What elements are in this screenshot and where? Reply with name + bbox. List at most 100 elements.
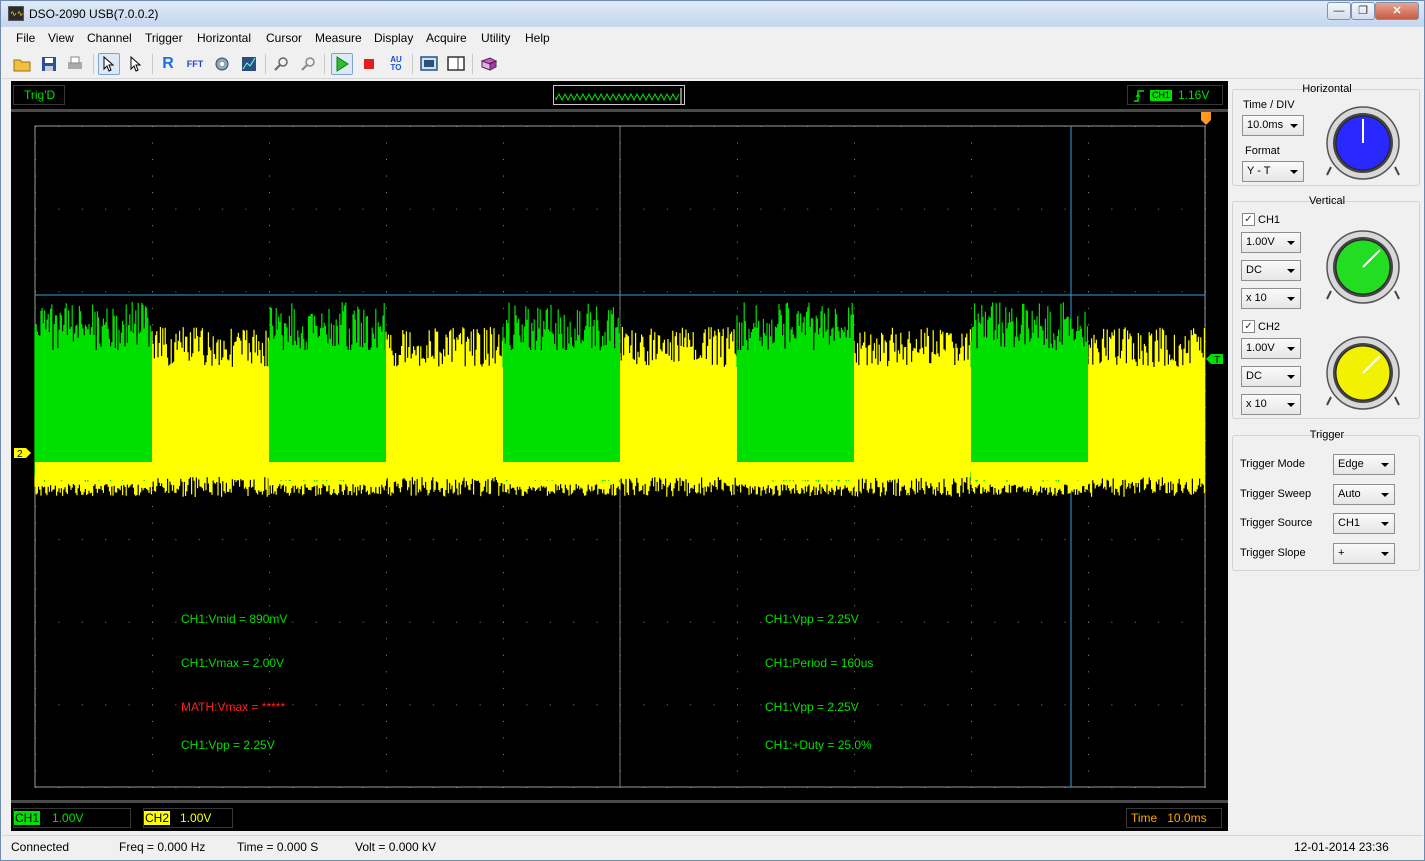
format-select[interactable]: Y - T [1242, 161, 1304, 182]
horizontal-title: Horizontal [1302, 83, 1352, 95]
ch2-volts-select[interactable]: 1.00V [1241, 338, 1301, 359]
zoom-in-icon[interactable] [270, 53, 292, 75]
menu-view[interactable]: View [48, 31, 74, 45]
autoset-icon[interactable]: AU TO [385, 53, 407, 75]
ch1-probe-select[interactable]: x 10 [1241, 288, 1301, 309]
trigger-title: Trigger [1309, 429, 1345, 441]
window-title: DSO-2090 USB(7.0.0.2) [29, 7, 159, 21]
ch2-baseline [737, 462, 854, 480]
time-div-select[interactable]: 10.0ms [1242, 115, 1304, 136]
trigger-group: Trigger Trigger Mode Edge Trigger Sweep … [1232, 429, 1420, 571]
measurement-right: CH1:Vpp = 2.25V [765, 700, 859, 714]
trigger-source-label: Trigger Source [1240, 517, 1313, 529]
time-scale: 10.0ms [1167, 811, 1207, 825]
ch2-burst [386, 367, 503, 472]
menu-bar: File View Channel Trigger Horizontal Cur… [2, 28, 1423, 48]
ch1-tag: CH1 [14, 811, 41, 825]
minimize-button[interactable]: — [1327, 2, 1351, 20]
menu-horizontal[interactable]: Horizontal [197, 31, 251, 45]
time-readout: Time = 0.000 S [237, 840, 319, 854]
menu-acquire[interactable]: Acquire [426, 31, 467, 45]
scope-display: Trig'D CH1 1.16V 2 T CH1:Vmid = 890mV CH1:V… [11, 81, 1228, 831]
screen-icon[interactable] [418, 53, 440, 75]
r-icon[interactable]: R [157, 53, 179, 75]
volt-readout: Volt = 0.000 kV [355, 840, 437, 854]
ch2-coupling-select[interactable]: DC [1241, 366, 1301, 387]
ch1-volts-select[interactable]: 1.00V [1241, 232, 1301, 253]
menu-cursor[interactable]: Cursor [266, 31, 302, 45]
close-button[interactable]: ✕ [1375, 2, 1419, 20]
trigger-source-select[interactable]: CH1 [1333, 513, 1395, 534]
ch1-scale: 1.00V [52, 811, 84, 825]
trigger-slope-label: Trigger Slope [1240, 547, 1306, 559]
ch1-scale-label[interactable]: CH1 1.00V [13, 808, 131, 828]
ch2-burst [620, 367, 737, 472]
open-icon[interactable] [11, 53, 33, 75]
menu-file[interactable]: File [16, 31, 35, 45]
select-pointer-icon[interactable] [98, 53, 120, 75]
measurement-right: CH1:+Duty = 25.0% [765, 738, 872, 752]
fft-icon[interactable]: FFT [184, 53, 206, 75]
trigger-position-marker [1201, 112, 1211, 125]
timebase-knob-icon[interactable] [1325, 105, 1401, 181]
rising-edge-icon [1134, 90, 1144, 102]
ch2-probe-select[interactable]: x 10 [1241, 394, 1301, 415]
ch2-checkbox[interactable]: ✓ [1242, 320, 1255, 333]
scope-bottom-status: CH1 1.00V CH2 1.00V Time 10.0ms [11, 803, 1228, 831]
calibrate-icon[interactable] [238, 53, 260, 75]
run-icon[interactable] [331, 53, 353, 75]
app-logo-icon: ∿∿ [8, 6, 24, 21]
book-icon[interactable] [478, 53, 500, 75]
title-bar[interactable]: ∿∿ DSO-2090 USB(7.0.0.2) — ❐ ✕ [1, 1, 1424, 27]
menu-trigger[interactable]: Trigger [145, 31, 183, 45]
measurement-right: CH1:Period = 160us [765, 656, 873, 670]
panel-icon[interactable] [445, 53, 467, 75]
overview-wave-icon [555, 88, 682, 104]
time-scale-label[interactable]: Time 10.0ms [1126, 808, 1222, 828]
measurement-right: CH1:Vpp = 2.25V [765, 612, 859, 626]
settings-wheel-icon[interactable] [211, 53, 233, 75]
ch2-scale: 1.00V [180, 811, 212, 825]
ch2-baseline [35, 462, 152, 480]
maximize-button[interactable]: ❐ [1351, 2, 1375, 20]
ch1-burst [971, 350, 1088, 455]
status-bar: Connected Freq = 0.000 Hz Time = 0.000 S… [2, 835, 1423, 859]
menu-measure[interactable]: Measure [315, 31, 362, 45]
trigger-marker-text: T [1214, 355, 1220, 366]
ch1-burst [269, 350, 386, 455]
ch1-volts-knob-icon[interactable] [1325, 229, 1401, 305]
control-panel: Horizontal Time / DIV 10.0ms Format Y - … [1230, 81, 1424, 831]
horizontal-group: Horizontal Time / DIV 10.0ms Format Y - … [1232, 83, 1420, 186]
zoom-out-icon[interactable] [297, 53, 319, 75]
ch2-label: CH2 [1258, 321, 1281, 333]
menu-display[interactable]: Display [374, 31, 413, 45]
ch2-burst [152, 367, 269, 472]
ch1-coupling-select[interactable]: DC [1241, 260, 1301, 281]
ch2-baseline [971, 462, 1088, 480]
menu-channel[interactable]: Channel [87, 31, 132, 45]
format-label: Format [1245, 145, 1280, 157]
ch1-checkbox[interactable]: ✓ [1242, 213, 1255, 226]
trigger-level: 1.16V [1178, 88, 1210, 102]
menu-help[interactable]: Help [525, 31, 550, 45]
trigger-sweep-select[interactable]: Auto [1333, 484, 1395, 505]
save-icon[interactable] [38, 53, 60, 75]
menu-utility[interactable]: Utility [481, 31, 510, 45]
trigger-level-marker: T [1206, 354, 1223, 366]
ch2-burst [854, 367, 971, 472]
time-tag: Time [1131, 811, 1158, 825]
pointer-icon[interactable] [125, 53, 147, 75]
trigger-mode-select[interactable]: Edge [1333, 454, 1395, 475]
stop-icon[interactable] [358, 53, 380, 75]
ch2-scale-label[interactable]: CH2 1.00V [143, 808, 233, 828]
print-icon[interactable] [64, 53, 86, 75]
measurement-left: MATH:Vmax = ***** [181, 700, 285, 714]
trigger-status: Trig'D [13, 85, 65, 105]
connection-status: Connected [11, 840, 70, 854]
measurement-left: CH1:Vmid = 890mV [181, 612, 287, 626]
trigger-slope-select[interactable]: + [1333, 543, 1395, 564]
waveform-overview[interactable] [553, 85, 685, 105]
oscilloscope-screen[interactable]: 2 T CH1:Vmid = 890mV CH1:Vmax = 2.00V MATH:V… [11, 112, 1228, 800]
trigger-info: CH1 1.16V [1127, 85, 1223, 105]
ch2-volts-knob-icon[interactable] [1325, 335, 1401, 411]
